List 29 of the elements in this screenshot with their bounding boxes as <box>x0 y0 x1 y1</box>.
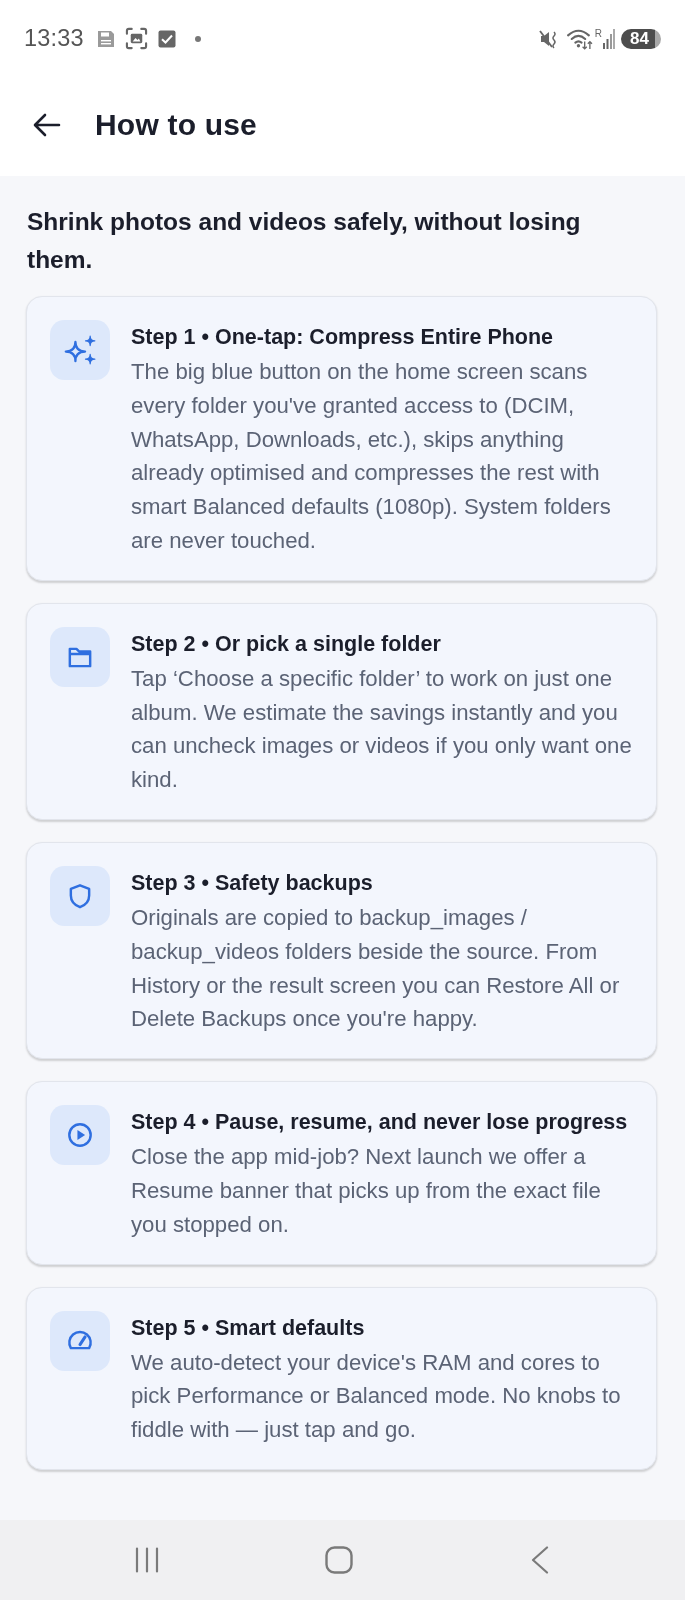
status-time: 13:33 <box>24 25 84 52</box>
step-description: Close the app mid-job? Next launch we offer a Resume banner that picks up from the exact file you stopped on. <box>131 1143 602 1239</box>
step-title: Step 4 • Pause, resume, and never lose progress <box>131 1109 629 1137</box>
back-icon[interactable] <box>530 1546 549 1574</box>
step-title: Step 3 • Safety backups <box>131 869 374 897</box>
step-title: Step 1 • One-tap: Compress Entire Phone <box>131 324 555 351</box>
screen-title: How to use <box>95 107 257 142</box>
signal-bars-icon <box>603 28 615 49</box>
wifi-icon <box>565 27 593 50</box>
step-title: Step 5 • Smart defaults <box>131 1314 366 1342</box>
arrow-left-icon <box>33 112 61 137</box>
speaker-muted-icon <box>538 28 559 49</box>
speedometer-icon <box>50 1310 110 1371</box>
step-description: Originals are copied to backup_images / backup_videos folders beside the source. From History or the result screen you can Restore All or Delete Backups once you're happy. <box>131 903 621 1034</box>
home-icon[interactable] <box>324 1546 353 1574</box>
sparkles-icon <box>50 320 110 380</box>
roaming-label: R <box>594 28 602 39</box>
checkbox-icon <box>157 29 176 48</box>
step-title: Step 2 • Or pick a single folder <box>131 630 442 658</box>
step-description: We auto-detect your device's RAM and cores to pick Performance or Balanced mode. No knobs to fiddle with — just tap and go. <box>131 1348 622 1445</box>
recent-apps-icon[interactable] <box>134 1547 159 1573</box>
step-description: The big blue button on the home screen scans every folder you've granted access to (DCIM, WhatsApp, Downloads, etc.), skips anything already optimised and compresses the rest with smart Balanced defaults (1080p). System folders are never touched. <box>131 358 612 555</box>
image-frame-icon <box>124 27 148 50</box>
intro-text: Shrink photos and videos safely, without losing them. <box>27 207 582 275</box>
battery-indicator: 84 <box>621 28 661 49</box>
notification-dot-icon <box>194 35 201 42</box>
folder-icon <box>50 626 110 687</box>
shield-icon <box>50 865 110 926</box>
step-description: Tap ‘Choose a specific folder’ to work on just one album. We estimate the savings instantly and you can uncheck images or videos if you only want one kind. <box>131 664 633 795</box>
